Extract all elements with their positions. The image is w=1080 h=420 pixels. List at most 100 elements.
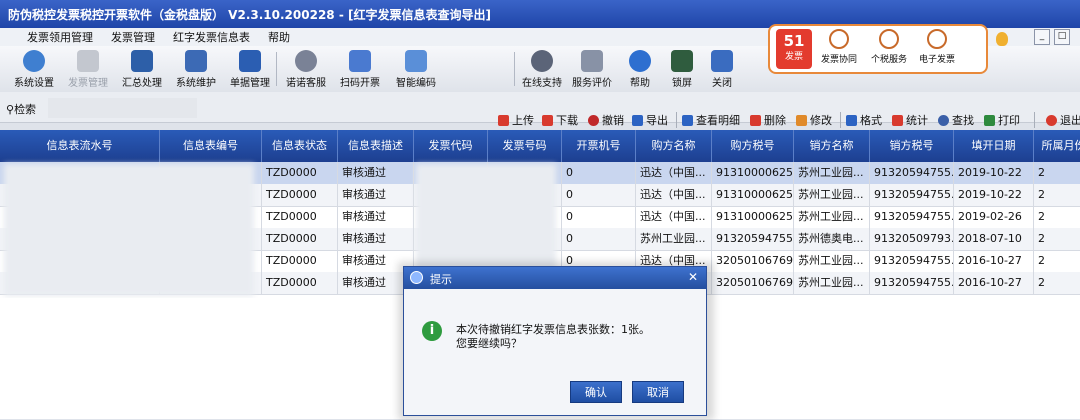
col-buyer-tax-id[interactable]: 购方税号 <box>712 130 794 162</box>
search-icon <box>938 114 949 126</box>
dialog-title: 提示 <box>430 273 452 286</box>
bar-chart-icon <box>892 114 903 126</box>
cell-description: 审核通过 <box>338 228 414 250</box>
close-icon[interactable]: ✕ <box>686 270 700 284</box>
view-detail-button[interactable]: 查看明细 <box>682 112 740 128</box>
cell-month: 2 <box>1034 184 1080 206</box>
collab-icon <box>829 29 849 49</box>
find-button[interactable]: 查找 <box>938 112 974 128</box>
table-header: 信息表流水号 信息表编号 信息表状态 信息表描述 发票代码 发票号码 开票机号 … <box>0 130 1080 162</box>
rating-icon <box>581 50 603 72</box>
tax-service-button[interactable]: 个税服务 <box>866 29 912 65</box>
view-detail-icon <box>682 114 693 126</box>
51-invoice-badge[interactable]: 51 发票 <box>776 29 812 69</box>
scan-invoice-button[interactable]: 扫码开票 <box>332 48 388 90</box>
invoice-collab-button[interactable]: 发票协同 <box>816 29 862 65</box>
invoice-manage-button[interactable]: 发票管理 <box>60 48 116 90</box>
col-serial-no[interactable]: 信息表流水号 <box>0 130 160 162</box>
exit-button[interactable]: 退出 <box>1046 112 1080 128</box>
col-seller-name[interactable]: 销方名称 <box>794 130 870 162</box>
col-machine-no[interactable]: 开票机号 <box>562 130 636 162</box>
cell-seller-name: 苏州工业园... <box>794 250 870 272</box>
smart-code-label: 智能编码 <box>396 78 436 89</box>
magnifier-icon: ⚲ <box>6 103 15 116</box>
menu-help[interactable]: 帮助 <box>259 29 299 45</box>
document-icon <box>239 50 261 72</box>
window-title: 防伪税控发票税控开票软件（金税盘版） V2.3.10.200228 - [红字发… <box>8 7 491 22</box>
cell-buyer-tax-id: 32050106769... <box>712 250 794 272</box>
close-app-button[interactable]: 关闭 <box>694 48 750 90</box>
format-button[interactable]: 格式 <box>846 112 882 128</box>
cell-fill-date: 2019-10-22 <box>954 162 1034 184</box>
download-icon <box>542 114 553 126</box>
cell-seller-name: 苏州工业园... <box>794 272 870 294</box>
document-manage-label: 单据管理 <box>230 78 270 89</box>
cell-buyer-tax-id: 91310000625... <box>712 162 794 184</box>
col-invoice-code[interactable]: 发票代码 <box>414 130 488 162</box>
lock-icon <box>671 50 693 72</box>
cell-fill-date: 2016-10-27 <box>954 272 1034 294</box>
col-seller-tax-id[interactable]: 销方税号 <box>870 130 954 162</box>
invoice-manage-label: 发票管理 <box>68 78 108 89</box>
system-settings-button[interactable]: 系统设置 <box>6 48 62 90</box>
statistics-button[interactable]: 统计 <box>892 112 928 128</box>
col-month[interactable]: 所属月份 <box>1034 130 1080 162</box>
e-invoice-icon <box>927 29 947 49</box>
cell-month: 2 <box>1034 228 1080 250</box>
cell-seller-tax-id: 91320509793... <box>870 228 954 250</box>
restore-icon[interactable]: □ <box>1054 29 1070 45</box>
download-button[interactable]: 下载 <box>542 112 578 128</box>
e-invoice-button[interactable]: 电子发票 <box>914 29 960 65</box>
menu-invoice-manage[interactable]: 发票管理 <box>102 29 164 45</box>
lightbulb-icon[interactable] <box>996 32 1008 46</box>
document-manage-button[interactable]: 单据管理 <box>222 48 278 90</box>
nuonuo-service-label: 诺诺客服 <box>286 78 326 89</box>
col-buyer-name[interactable]: 购方名称 <box>636 130 712 162</box>
edit-button[interactable]: 修改 <box>796 112 832 128</box>
agent-icon <box>295 50 317 72</box>
online-support-label: 在线支持 <box>522 78 562 89</box>
badge-label: 发票 <box>784 52 803 62</box>
col-info-no[interactable]: 信息表编号 <box>160 130 262 162</box>
cancel-button[interactable]: 取消 <box>632 381 684 403</box>
confirm-dialog: 提示 ✕ i 本次待撤销红字发票信息表张数：1张。 您要继续吗？ 确认 取消 <box>403 266 707 416</box>
e-invoice-label: 电子发票 <box>918 55 955 65</box>
cell-seller-name: 苏州工业园... <box>794 184 870 206</box>
col-invoice-number[interactable]: 发票号码 <box>488 130 562 162</box>
action-divider <box>840 112 841 128</box>
cell-seller-name: 苏州工业园... <box>794 206 870 228</box>
col-fill-date[interactable]: 填开日期 <box>954 130 1034 162</box>
cell-machine-no: 0 <box>562 228 636 250</box>
cell-description: 审核通过 <box>338 184 414 206</box>
cell-status: TZD0000 <box>262 250 338 272</box>
upload-button[interactable]: 上传 <box>498 112 534 128</box>
revoke-button[interactable]: 撤销 <box>588 112 624 128</box>
scan-invoice-label: 扫码开票 <box>340 78 380 89</box>
dialog-question: 您要继续吗？ <box>456 337 522 350</box>
summary-button[interactable]: 汇总处理 <box>114 48 170 90</box>
col-status[interactable]: 信息表状态 <box>262 130 338 162</box>
cell-seller-tax-id: 91320594755... <box>870 206 954 228</box>
export-button[interactable]: 导出 <box>632 112 668 128</box>
smart-code-button[interactable]: 智能编码 <box>388 48 444 90</box>
system-maintain-button[interactable]: 系统维护 <box>168 48 224 90</box>
system-maintain-label: 系统维护 <box>176 78 216 89</box>
menu-red-invoice-info[interactable]: 红字发票信息表 <box>164 29 259 45</box>
cell-description: 审核通过 <box>338 206 414 228</box>
online-support-button[interactable]: 在线支持 <box>514 48 570 90</box>
delete-button[interactable]: 删除 <box>750 112 786 128</box>
redacted-area <box>4 164 254 296</box>
power-icon <box>1046 114 1057 126</box>
back-arrow-icon <box>711 50 733 72</box>
print-button[interactable]: 打印 <box>984 112 1020 128</box>
cell-machine-no: 0 <box>562 206 636 228</box>
nuonuo-service-button[interactable]: 诺诺客服 <box>278 48 334 90</box>
cell-month: 2 <box>1034 206 1080 228</box>
minimize-icon[interactable]: _ <box>1034 29 1050 45</box>
confirm-button[interactable]: 确认 <box>570 381 622 403</box>
col-description[interactable]: 信息表描述 <box>338 130 414 162</box>
search-input[interactable] <box>48 98 197 118</box>
menu-invoice-purchase[interactable]: 发票领用管理 <box>18 29 102 45</box>
system-settings-label: 系统设置 <box>14 78 54 89</box>
cell-seller-name: 苏州工业园... <box>794 162 870 184</box>
